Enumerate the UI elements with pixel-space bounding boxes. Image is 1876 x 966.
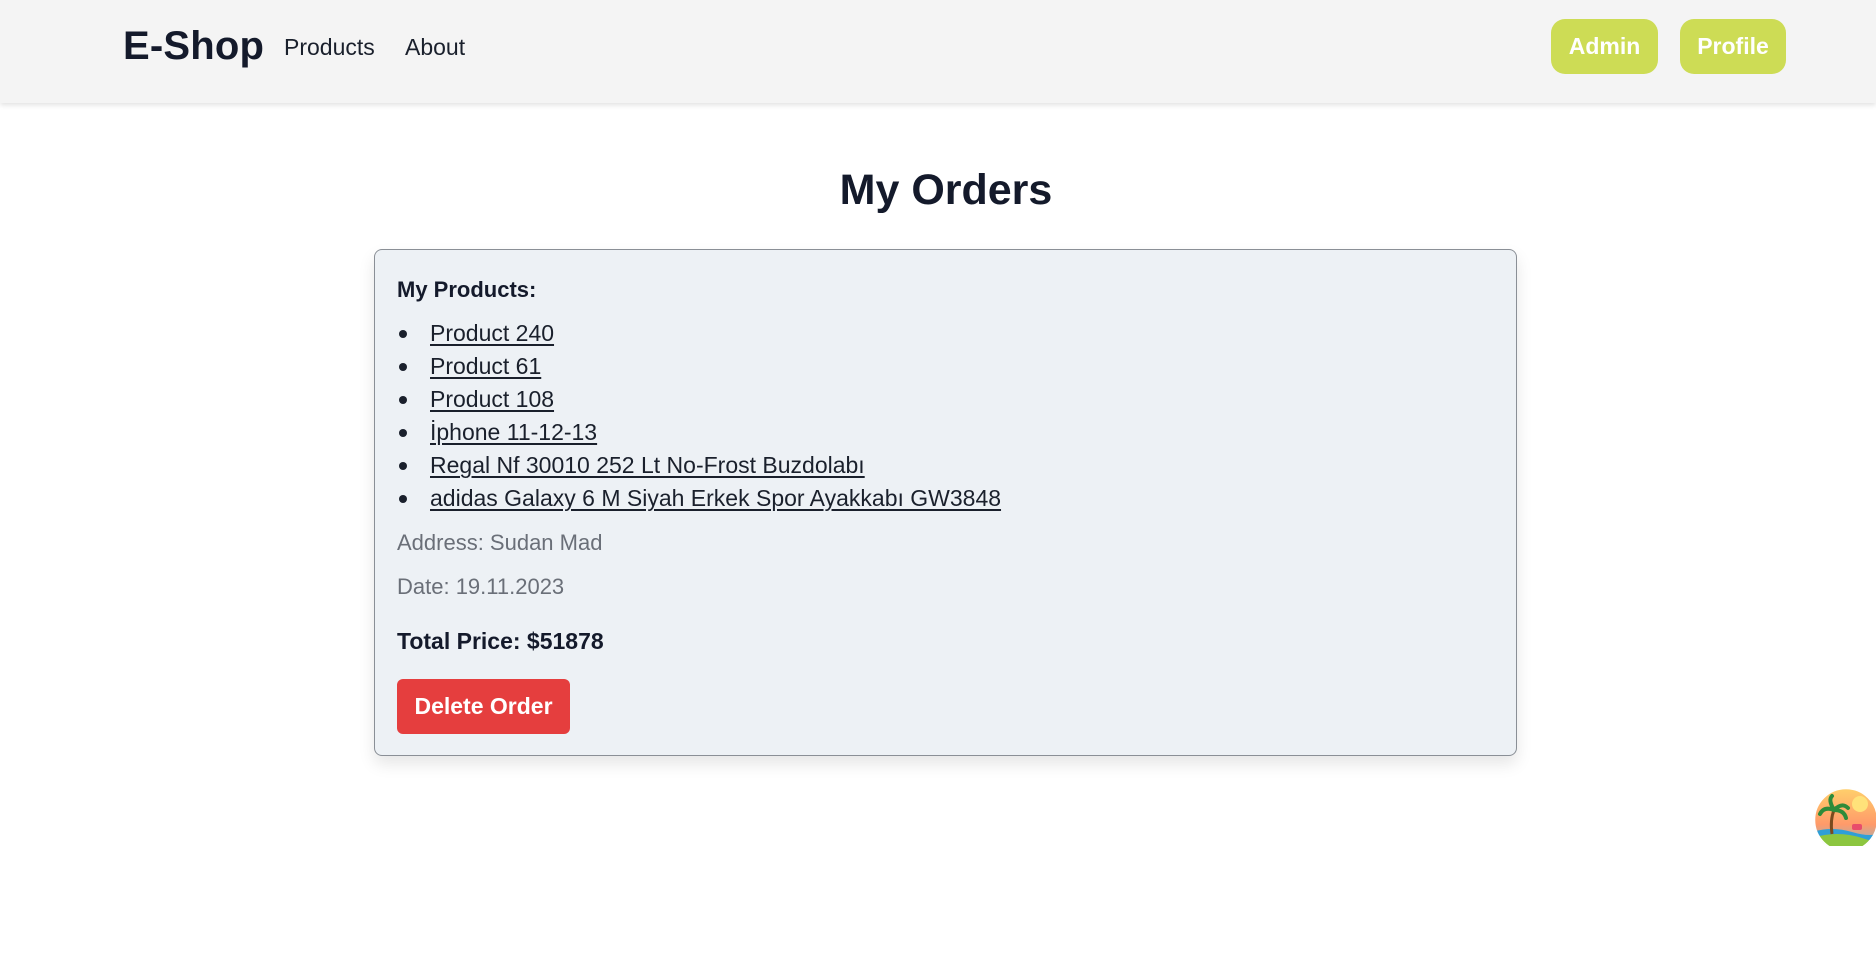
order-total-price: Total Price: $51878	[397, 628, 604, 654]
product-list-item: Product 240	[397, 317, 1001, 350]
product-link[interactable]: Regal Nf 30010 252 Lt No-Frost Buzdolabı	[430, 452, 865, 478]
order-address: Address: Sudan Mad	[397, 530, 603, 555]
delete-order-button[interactable]: Delete Order	[397, 679, 570, 734]
product-link[interactable]: İphone 11-12-13	[430, 419, 597, 445]
top-navbar: E-Shop Products About Admin Profile	[0, 0, 1876, 103]
product-list-item: Product 61	[397, 350, 1001, 383]
nav-link-about[interactable]: About	[405, 34, 465, 61]
admin-button[interactable]: Admin	[1551, 19, 1658, 74]
beach-avatar-icon[interactable]	[1812, 786, 1876, 846]
product-list-item: Regal Nf 30010 252 Lt No-Frost Buzdolabı	[397, 449, 1001, 482]
product-link[interactable]: Product 61	[430, 353, 541, 379]
product-list-item: İphone 11-12-13	[397, 416, 1001, 449]
product-link[interactable]: Product 108	[430, 386, 554, 412]
nav-link-products[interactable]: Products	[284, 34, 375, 61]
product-link[interactable]: adidas Galaxy 6 M Siyah Erkek Spor Ayakk…	[430, 485, 1001, 511]
order-card: My Products: Product 240 Product 61 Prod…	[374, 249, 1517, 756]
order-date: Date: 19.11.2023	[397, 574, 565, 599]
page-title: My Orders	[839, 166, 1053, 214]
products-heading: My Products:	[397, 277, 537, 302]
product-list: Product 240 Product 61 Product 108 İphon…	[397, 317, 1001, 515]
product-link[interactable]: Product 240	[430, 320, 554, 346]
product-list-item: adidas Galaxy 6 M Siyah Erkek Spor Ayakk…	[397, 482, 1001, 515]
product-list-item: Product 108	[397, 383, 1001, 416]
profile-button[interactable]: Profile	[1680, 19, 1786, 74]
brand-logo[interactable]: E-Shop	[123, 24, 264, 69]
